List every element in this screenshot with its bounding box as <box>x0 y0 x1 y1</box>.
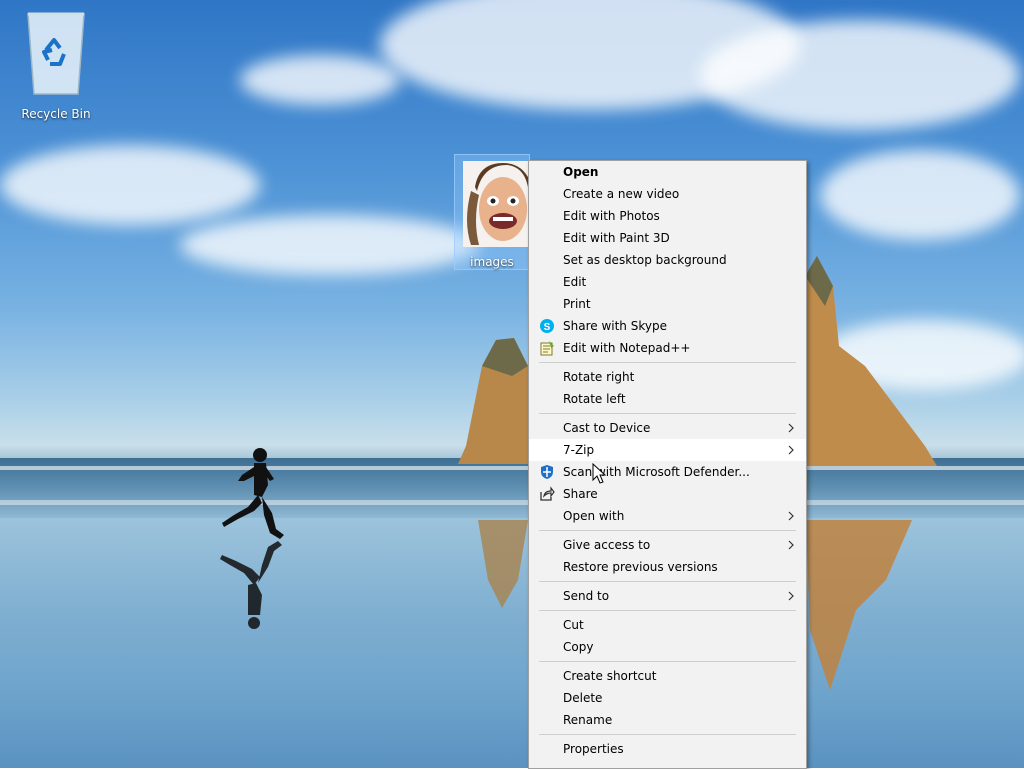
svg-text:S: S <box>544 322 551 333</box>
chevron-right-icon <box>788 445 794 455</box>
menu-item-edit-with-paint-3d[interactable]: Edit with Paint 3D <box>529 227 806 249</box>
wave-foam <box>0 500 1024 505</box>
menu-item-label: Print <box>563 297 591 311</box>
notepad-plus-plus-icon <box>539 340 555 356</box>
menu-item-label: Create shortcut <box>563 669 657 683</box>
recycle-bin-label: Recycle Bin <box>21 107 91 121</box>
menu-item-edit-with-photos[interactable]: Edit with Photos <box>529 205 806 227</box>
menu-item-share[interactable]: Share <box>529 483 806 505</box>
menu-item-rename[interactable]: Rename <box>529 709 806 731</box>
cloud <box>0 145 260 225</box>
menu-item-label: Edit with Paint 3D <box>563 231 670 245</box>
cloud <box>240 55 400 105</box>
menu-item-label: Create a new video <box>563 187 680 201</box>
menu-item-send-to[interactable]: Send to <box>529 585 806 607</box>
menu-item-label: Give access to <box>563 538 651 552</box>
menu-item-label: Cut <box>563 618 584 632</box>
menu-item-label: Copy <box>563 640 594 654</box>
runner-silhouette <box>220 448 284 629</box>
menu-item-label: 7-Zip <box>563 443 595 457</box>
menu-item-give-access-to[interactable]: Give access to <box>529 534 806 556</box>
chevron-right-icon <box>788 540 794 550</box>
menu-item-restore-previous-versions[interactable]: Restore previous versions <box>529 556 806 578</box>
menu-item-label: Open <box>563 165 599 179</box>
menu-separator <box>529 607 806 614</box>
menu-item-properties[interactable]: Properties <box>529 738 806 760</box>
menu-item-cast-to-device[interactable]: Cast to Device <box>529 417 806 439</box>
image-file-label: images <box>470 255 514 269</box>
menu-item-delete[interactable]: Delete <box>529 687 806 709</box>
menu-item-7-zip[interactable]: 7-Zip <box>529 439 806 461</box>
menu-item-edit-with-notepad[interactable]: Edit with Notepad++ <box>529 337 806 359</box>
skype-icon: S <box>539 318 555 334</box>
desktop-wallpaper: Recycle Bin images <box>0 0 1024 768</box>
menu-item-label: Edit <box>563 275 587 289</box>
menu-item-label: Share with Skype <box>563 319 667 333</box>
menu-item-label: Send to <box>563 589 610 603</box>
menu-item-label: Edit with Photos <box>563 209 660 223</box>
cloud <box>700 20 1020 130</box>
menu-item-label: Properties <box>563 742 624 756</box>
recycle-bin-icon <box>27 12 85 95</box>
right-rock <box>805 256 937 466</box>
menu-separator <box>529 658 806 665</box>
menu-item-open[interactable]: Open <box>529 161 806 183</box>
chevron-right-icon <box>788 423 794 433</box>
menu-item-edit[interactable]: Edit <box>529 271 806 293</box>
chevron-right-icon <box>788 511 794 521</box>
menu-separator <box>529 527 806 534</box>
menu-separator <box>529 731 806 738</box>
menu-item-scan-with-microsoft-defender[interactable]: Scan with Microsoft Defender... <box>529 461 806 483</box>
image-file-desktop-icon[interactable]: images <box>454 154 530 270</box>
menu-item-label: Rotate right <box>563 370 635 384</box>
menu-item-rotate-left[interactable]: Rotate left <box>529 388 806 410</box>
menu-item-label: Open with <box>563 509 625 523</box>
defender-icon <box>539 464 555 480</box>
menu-item-create-a-new-video[interactable]: Create a new video <box>529 183 806 205</box>
menu-item-create-shortcut[interactable]: Create shortcut <box>529 665 806 687</box>
left-rock-reflection <box>478 520 528 608</box>
share-icon <box>539 486 555 502</box>
cloud <box>820 150 1020 240</box>
menu-item-cut[interactable]: Cut <box>529 614 806 636</box>
menu-item-label: Cast to Device <box>563 421 651 435</box>
menu-item-share-with-skype[interactable]: S Share with Skype <box>529 315 806 337</box>
menu-item-label: Set as desktop background <box>563 253 727 267</box>
context-menu: Open Create a new video Edit with Photos Ed… <box>528 160 807 769</box>
chevron-right-icon <box>788 591 794 601</box>
menu-item-label: Restore previous versions <box>563 560 718 574</box>
mouse-cursor-icon <box>592 463 606 484</box>
image-thumbnail <box>463 161 529 247</box>
menu-item-print[interactable]: Print <box>529 293 806 315</box>
menu-item-copy[interactable]: Copy <box>529 636 806 658</box>
menu-item-rotate-right[interactable]: Rotate right <box>529 366 806 388</box>
menu-item-label: Delete <box>563 691 603 705</box>
left-rock <box>458 338 530 464</box>
recycle-bin-desktop-icon[interactable]: Recycle Bin <box>14 10 98 121</box>
cloud <box>180 215 480 275</box>
menu-item-label: Rename <box>563 713 613 727</box>
right-rock-reflection <box>806 520 912 690</box>
menu-item-label: Edit with Notepad++ <box>563 341 691 355</box>
menu-item-set-as-desktop-background[interactable]: Set as desktop background <box>529 249 806 271</box>
menu-separator <box>529 410 806 417</box>
menu-separator <box>529 359 806 366</box>
menu-item-open-with[interactable]: Open with <box>529 505 806 527</box>
menu-separator <box>529 578 806 585</box>
menu-item-label: Share <box>563 487 598 501</box>
menu-item-label: Rotate left <box>563 392 626 406</box>
